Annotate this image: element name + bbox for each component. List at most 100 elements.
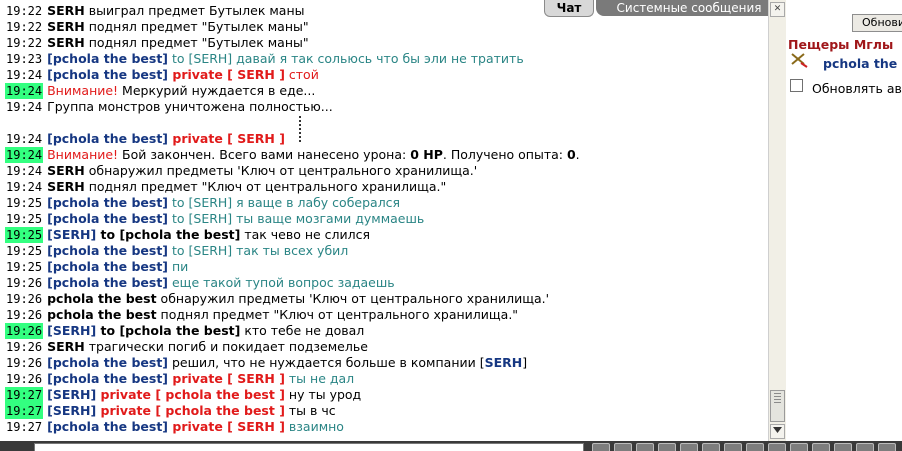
toolbar-tool[interactable]: [878, 443, 896, 451]
chat-message: 19:25 [pchola the best] to [SERH] так ты…: [5, 243, 348, 259]
message-text: Внимание!: [47, 83, 119, 98]
message-text: 0 HP: [410, 147, 443, 162]
message-text: кто тебе не довал: [240, 323, 365, 338]
chat-message: 19:23 [pchola the best] to [SERH] давай …: [5, 51, 524, 67]
message-text: to [pchola the best]: [96, 227, 241, 242]
message-timestamp: 19:26: [6, 340, 43, 354]
nickname-link[interactable]: pchola the best: [53, 275, 162, 290]
message-text: pchola the best: [47, 291, 157, 306]
message-text: private [ SERH ]: [168, 371, 285, 386]
auto-refresh-checkbox[interactable]: [790, 79, 803, 92]
scroll-close-button[interactable]: ✕: [770, 2, 785, 17]
scrollbar-thumb[interactable]: [770, 390, 785, 422]
toolbar-tool[interactable]: [702, 443, 720, 451]
message-text: обнаружил предметы 'Ключ от центрального…: [84, 163, 478, 178]
chat-message: 19:24 Внимание! Бой закончен. Всего вами…: [5, 147, 580, 163]
chat-message: 19:27 [pchola the best] private [ SERH ]…: [5, 419, 344, 435]
auto-refresh-label: Обновлять автоматически: [812, 81, 902, 96]
chat-message: 19:24 SERH поднял предмет "Ключ от центр…: [5, 179, 446, 195]
message-timestamp: 19:24: [5, 83, 44, 99]
message-text: пи: [168, 259, 189, 274]
nickname-link[interactable]: pchola the best: [53, 67, 162, 82]
toolbar-tool[interactable]: [636, 443, 654, 451]
toolbar-tool[interactable]: [724, 443, 742, 451]
bottom-toolbar: [0, 441, 902, 451]
toolbar-tool[interactable]: [592, 443, 610, 451]
nickname-link[interactable]: pchola the best: [53, 371, 162, 386]
message-text: private [ SERH ]: [168, 131, 285, 146]
side-panel: Обновить Пещеры Мглы pchola the best Обн…: [786, 0, 902, 441]
message-text: ]: [522, 355, 528, 370]
toolbar-tool[interactable]: [680, 443, 698, 451]
nickname-link[interactable]: pchola the best: [53, 419, 162, 434]
message-text: поднял предмет "Бутылек маны": [84, 35, 309, 50]
chat-message: 19:25 [pchola the best] to [SERH] ты ващ…: [5, 211, 424, 227]
message-text: Меркурий нуждается в еде...: [118, 83, 316, 98]
message-text: поднял предмет "Ключ от центрального хра…: [156, 307, 519, 322]
toolbar-tool[interactable]: [790, 443, 808, 451]
chat-log: 19:22 SERH выиграл предмет Бутылек маны 1…: [0, 0, 768, 441]
crossed-swords-icon: [791, 53, 808, 68]
chat-message: 19:27 [SERH] private [ pchola the best ]…: [5, 403, 336, 419]
nickname-link[interactable]: SERH: [485, 355, 523, 370]
chat-message: 19:24 Группа монстров уничтожена полност…: [5, 99, 333, 115]
tab-chat[interactable]: Чат: [544, 0, 594, 17]
chat-message: 19:24 Внимание! Меркурий нуждается в еде…: [5, 83, 315, 99]
message-text: трагически погиб и покидает подземелье: [84, 339, 368, 354]
nickname-link[interactable]: pchola the best: [53, 211, 162, 226]
message-text: поднял предмет "Бутылек маны": [84, 19, 309, 34]
nickname-link[interactable]: pchola the best: [53, 51, 162, 66]
message-text: private [ SERH ]: [168, 67, 285, 82]
nickname-link[interactable]: pchola the best: [53, 195, 162, 210]
nickname-link[interactable]: SERH: [53, 403, 91, 418]
message-text: Внимание!: [47, 147, 119, 162]
arrow-down-icon: [773, 427, 782, 433]
toolbar-tool[interactable]: [658, 443, 676, 451]
message-text: SERH: [47, 163, 85, 178]
close-icon: ✕: [773, 4, 782, 14]
scroll-down-button[interactable]: [770, 424, 785, 439]
chat-message: 19:25 [SERH] to [pchola the best] так че…: [5, 227, 370, 243]
message-timestamp: 19:27: [6, 420, 43, 434]
message-timestamp: 19:26: [5, 323, 44, 339]
toolbar-tool[interactable]: [856, 443, 874, 451]
nickname-link[interactable]: SERH: [53, 387, 91, 402]
message-text: SERH: [47, 179, 85, 194]
message-text: . Получено опыта:: [442, 147, 567, 162]
message-text: private [ pchola the best ]: [96, 403, 285, 418]
message-text: выиграл предмет Бутылек маны: [84, 3, 305, 18]
message-timestamp: 19:25: [6, 212, 43, 226]
chat-scrollbar[interactable]: ✕: [768, 0, 786, 441]
message-timestamp: 19:22: [6, 36, 43, 50]
chat-message: 19:24 SERH обнаружил предметы 'Ключ от ц…: [5, 163, 477, 179]
message-timestamp: 19:25: [6, 196, 43, 210]
group-member[interactable]: pchola the best: [823, 56, 902, 71]
message-timestamp: 19:26: [6, 292, 43, 306]
toolbar-tool[interactable]: [768, 443, 786, 451]
toolbar-tool[interactable]: [834, 443, 852, 451]
toolbar-tool[interactable]: [614, 443, 632, 451]
nickname-link[interactable]: pchola the best: [53, 355, 162, 370]
chat-message: 19:22 SERH выиграл предмет Бутылек маны: [5, 3, 304, 19]
message-input[interactable]: [34, 443, 584, 451]
refresh-button[interactable]: Обновить: [852, 14, 902, 32]
nickname-link[interactable]: pchola the best: [53, 243, 162, 258]
toolbar-tool[interactable]: [746, 443, 764, 451]
message-timestamp: 19:24: [6, 164, 43, 178]
message-timestamp: 19:26: [6, 372, 43, 386]
chat-message: 19:24 [pchola the best] private [ SERH ]…: [5, 67, 319, 83]
nickname-link[interactable]: pchola the best: [53, 259, 162, 274]
nickname-link[interactable]: SERH: [53, 323, 91, 338]
toolbar-tool[interactable]: [812, 443, 830, 451]
tab-system-messages[interactable]: Системные сообщения: [596, 0, 782, 16]
message-text: взаимно: [284, 419, 344, 434]
chat-message: 19:26 SERH трагически погиб и покидает п…: [5, 339, 368, 355]
nickname-link[interactable]: SERH: [53, 227, 91, 242]
message-text: 0: [566, 147, 576, 162]
chat-message: 19:26 pchola the best обнаружил предметы…: [5, 291, 549, 307]
chat-message: 19:27 [SERH] private [ pchola the best ]…: [5, 387, 361, 403]
message-text: Группа монстров уничтожена полностью...: [47, 99, 333, 114]
message-text: ты не дал: [284, 371, 355, 386]
message-text: обнаружил предметы 'Ключ от центрального…: [156, 291, 550, 306]
nickname-link[interactable]: pchola the best: [53, 131, 162, 146]
